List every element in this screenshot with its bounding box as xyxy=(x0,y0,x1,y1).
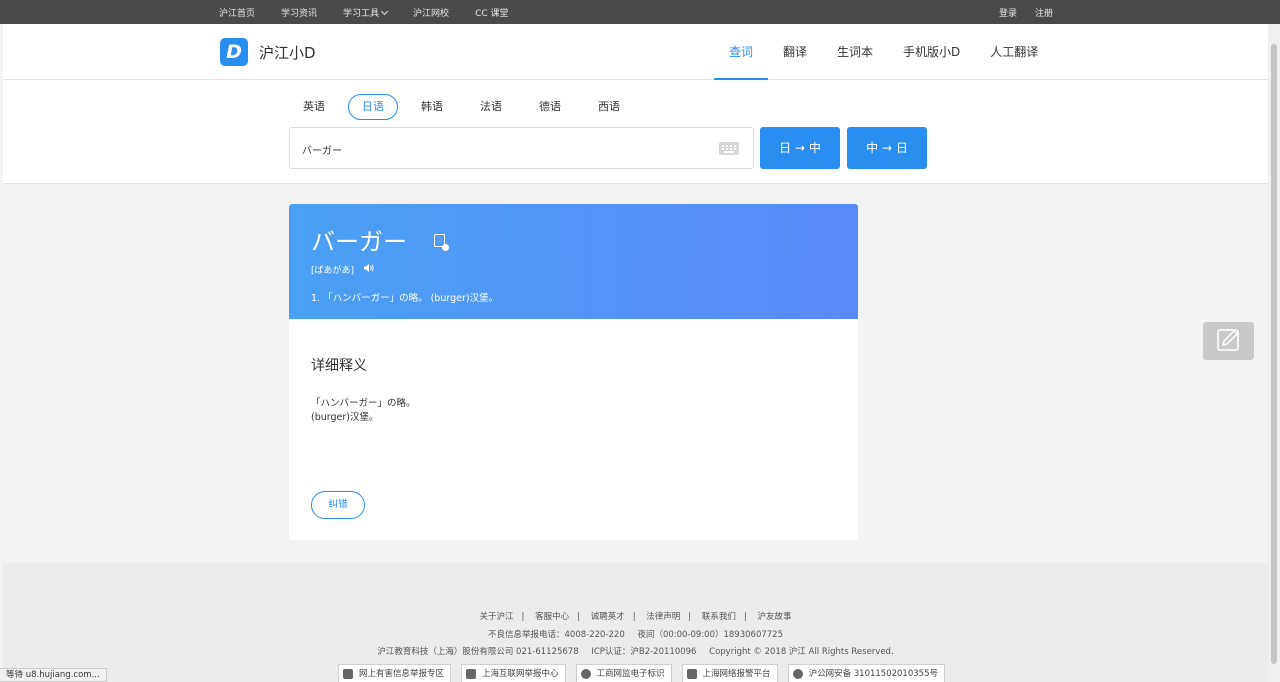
badge-emblem-icon xyxy=(792,669,803,679)
footer-company-info: 沪江教育科技（上海）股份有限公司 021-61125678 ICP认证：沪B2-… xyxy=(3,645,1268,657)
copyright: Copyright © 2018 沪江 All Rights Reserved. xyxy=(709,647,894,657)
night-phone: 夜间（00:00-09:00）18930607725 xyxy=(637,630,783,640)
register-link[interactable]: 注册 xyxy=(1035,6,1053,19)
tab-human-translate[interactable]: 人工翻译 xyxy=(975,24,1053,80)
browser-status-bar: 等待 u8.hujiang.com... xyxy=(0,668,107,682)
footer-link-jobs[interactable]: 诚聘英才 xyxy=(591,612,625,622)
site-footer: 关于沪江 | 客服中心 | 诚聘英才 | 法律声明 | 联系我们 | 沪友故事 不良信息举… xyxy=(3,563,1268,682)
top-nav-cc[interactable]: CC 课堂 xyxy=(475,6,508,19)
detail-line: 「ハンバーガー」の略。 xyxy=(311,398,416,409)
jp-to-cn-button[interactable]: 日 → 中 xyxy=(760,127,840,169)
footer-link-contact[interactable]: 联系我们 xyxy=(702,612,736,622)
icp-info[interactable]: ICP认证：沪B2-20110096 xyxy=(591,647,696,657)
lang-tab-spanish[interactable]: 西语 xyxy=(584,94,634,120)
footer-phones: 不良信息举报电话：4008-220-220 夜间（00:00-09:00）189… xyxy=(3,628,1268,640)
top-nav-tools-label: 学习工具 xyxy=(343,8,380,19)
word-card-header: バーガー [ばあがあ] 1. 「ハンバーガー」の略。 (burger)汉堡。 xyxy=(289,204,858,319)
police-icon xyxy=(686,669,697,679)
badge-police-platform[interactable]: 上海网络报警平台 xyxy=(681,664,778,682)
report-icon xyxy=(466,669,477,679)
cn-to-jp-button[interactable]: 中 → 日 xyxy=(847,127,927,169)
language-tabs: 英语 日语 韩语 法语 德语 西语 xyxy=(289,94,643,120)
lang-tab-english[interactable]: 英语 xyxy=(289,94,339,120)
badge-internet-report[interactable]: 上海互联网举报中心 xyxy=(461,664,566,682)
footer-link-stories[interactable]: 沪友故事 xyxy=(757,612,791,622)
feedback-button[interactable] xyxy=(1203,322,1254,360)
site-header: D 沪江小D 查词 翻译 生词本 手机版小D 人工翻译 xyxy=(3,24,1268,80)
lang-tab-japanese[interactable]: 日语 xyxy=(348,94,398,120)
headword: バーガー xyxy=(311,228,407,256)
detail-line: (burger)汉堡。 xyxy=(311,412,379,423)
logo-icon[interactable]: D xyxy=(220,38,248,66)
shield-icon xyxy=(343,669,353,679)
footer-link-service[interactable]: 客服中心 xyxy=(535,612,569,622)
word-card-body: 详细释义 「ハンバーガー」の略。 (burger)汉堡。 纠错 xyxy=(289,319,858,540)
login-link[interactable]: 登录 xyxy=(999,6,1017,19)
scrollbar-thumb[interactable] xyxy=(1271,44,1277,664)
speaker-icon[interactable] xyxy=(363,263,375,273)
badge-business-monitor[interactable]: 工商网监电子标识 xyxy=(575,664,672,682)
badge-label: 工商网监电子标识 xyxy=(596,669,665,679)
tab-translate[interactable]: 翻译 xyxy=(768,24,822,80)
correct-button[interactable]: 纠错 xyxy=(311,491,365,519)
detail-title: 详细释义 xyxy=(311,358,367,374)
badge-label: 沪公网安备 31011502010355号 xyxy=(808,669,938,679)
tab-lookup[interactable]: 查词 xyxy=(714,24,769,80)
top-nav-links: 沪江首页 学习资讯 学习工具 沪江网校 CC 课堂 xyxy=(219,0,535,24)
company-info: 沪江教育科技（上海）股份有限公司 021-61125678 xyxy=(377,647,579,657)
footer-link-about[interactable]: 关于沪江 xyxy=(480,612,514,622)
emblem-icon xyxy=(580,669,591,679)
footer-link-legal[interactable]: 法律声明 xyxy=(646,612,680,622)
search-section: 英语 日语 韩语 法语 德语 西语 日 → 中 中 → 日 xyxy=(3,80,1268,184)
top-nav-tools[interactable]: 学习工具 xyxy=(343,6,389,19)
footer-badges: 网上有害信息举报专区 上海互联网举报中心 工商网监电子标识 上海网络报警平台 沪… xyxy=(338,664,945,682)
search-input[interactable] xyxy=(302,140,702,158)
keyboard-icon[interactable] xyxy=(719,142,739,155)
edit-icon xyxy=(1217,329,1239,351)
page-scrollbar[interactable] xyxy=(1268,24,1280,682)
report-phone: 不良信息举报电话：4008-220-220 xyxy=(488,630,625,640)
lang-tab-german[interactable]: 德语 xyxy=(525,94,575,120)
brand-name[interactable]: 沪江小D xyxy=(259,42,316,63)
badge-label: 上海网络报警平台 xyxy=(702,669,771,679)
badge-public-security[interactable]: 沪公网安备 31011502010355号 xyxy=(787,664,945,682)
top-navigation-bar: 沪江首页 学习资讯 学习工具 沪江网校 CC 课堂 登录 注册 xyxy=(0,0,1280,24)
lang-tab-korean[interactable]: 韩语 xyxy=(407,94,457,120)
badge-label: 上海互联网举报中心 xyxy=(482,669,559,679)
badge-label: 网上有害信息举报专区 xyxy=(359,669,445,679)
top-nav-news[interactable]: 学习资讯 xyxy=(281,6,317,19)
top-nav-school[interactable]: 沪江网校 xyxy=(413,6,449,19)
brief-definition: 1. 「ハンバーガー」の略。 (burger)汉堡。 xyxy=(311,293,499,304)
lang-tab-french[interactable]: 法语 xyxy=(466,94,516,120)
account-links: 登录 注册 xyxy=(999,0,1071,24)
top-nav-home[interactable]: 沪江首页 xyxy=(219,6,255,19)
search-box xyxy=(289,127,754,169)
footer-links: 关于沪江 | 客服中心 | 诚聘英才 | 法律声明 | 联系我们 | 沪友故事 xyxy=(479,612,792,622)
main-navigation: 查词 翻译 生词本 手机版小D 人工翻译 xyxy=(714,24,1053,80)
tab-wordbook[interactable]: 生词本 xyxy=(822,24,888,80)
badge-harmful-info[interactable]: 网上有害信息举报专区 xyxy=(338,664,452,682)
tab-mobile[interactable]: 手机版小D xyxy=(888,24,975,80)
add-to-wordbook-icon[interactable] xyxy=(434,234,449,251)
pronunciation: [ばあがあ] xyxy=(311,266,355,276)
chevron-down-icon xyxy=(381,7,389,15)
